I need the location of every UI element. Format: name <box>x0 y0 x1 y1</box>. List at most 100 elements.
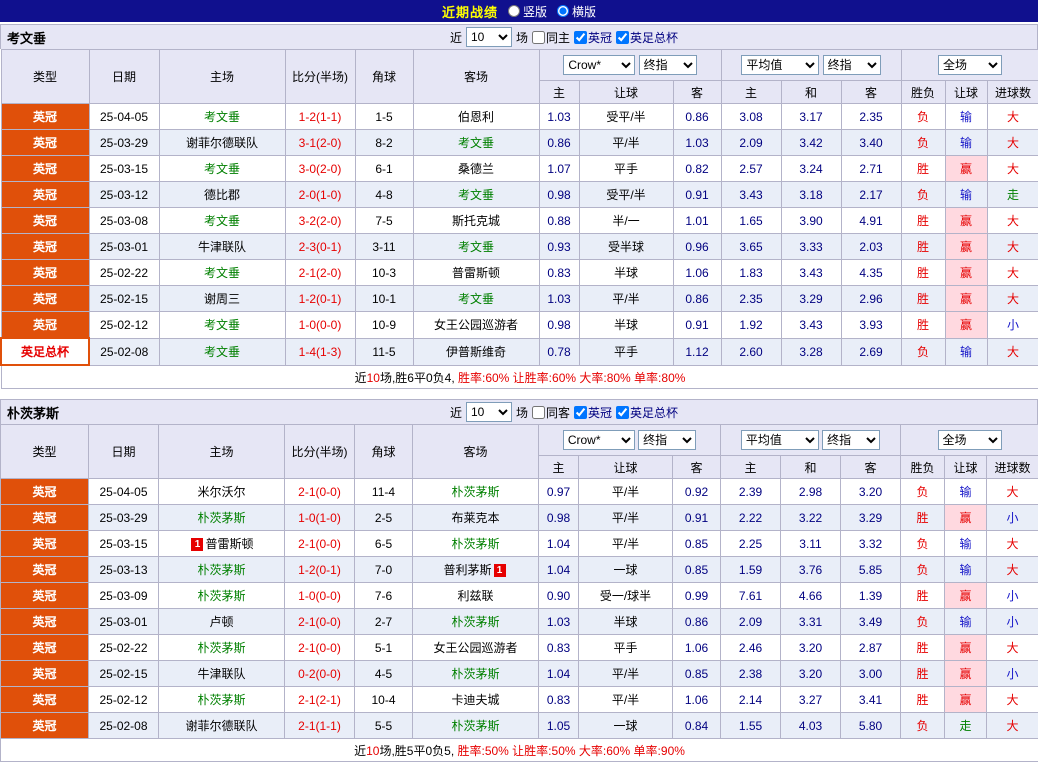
away-team-link[interactable]: 伊普斯维奇 <box>446 345 506 359</box>
home-team-link[interactable]: 考文垂 <box>204 318 240 332</box>
home-team-link[interactable]: 考文垂 <box>204 266 240 280</box>
cup-filter-checkbox[interactable] <box>616 406 629 419</box>
away-team-link[interactable]: 朴茨茅斯 <box>451 615 499 629</box>
home-team-link[interactable]: 朴茨茅斯 <box>197 693 245 707</box>
match-count-select[interactable]: 10 <box>466 402 512 422</box>
score-cell: 0-2(0-0) <box>285 661 355 687</box>
bookmaker-select[interactable]: Crow* <box>563 55 635 75</box>
home-team-link[interactable]: 朴茨茅斯 <box>197 589 245 603</box>
away-team-link[interactable]: 女王公园巡游者 <box>434 318 518 332</box>
handicap-line: 半/一 <box>579 208 673 234</box>
bookmaker-select[interactable]: Crow* <box>563 430 635 450</box>
home-team-link[interactable]: 米尔沃尔 <box>197 485 245 499</box>
away-team-link[interactable]: 普利茅斯 <box>443 563 491 577</box>
cup-filter-option[interactable]: 英足总杯 <box>616 404 678 421</box>
avg-stage-select[interactable]: 终指 <box>822 430 880 450</box>
home-team-link[interactable]: 考文垂 <box>204 162 240 176</box>
avg-source-select[interactable]: 平均值 <box>741 430 819 450</box>
home-team-link[interactable]: 谢周三 <box>204 292 240 306</box>
avg-away-odds: 2.96 <box>841 286 901 312</box>
vertical-layout-radio[interactable] <box>508 5 520 17</box>
same-venue-option[interactable]: 同主 <box>532 29 570 46</box>
away-odds: 0.86 <box>673 286 721 312</box>
away-team-link[interactable]: 布莱克本 <box>451 511 499 525</box>
match-date: 25-03-01 <box>89 234 159 260</box>
match-date: 25-03-15 <box>89 156 159 182</box>
away-team-link[interactable]: 朴茨茅斯 <box>451 667 499 681</box>
home-team-link[interactable]: 考文垂 <box>204 345 240 359</box>
handicap-result: 赢 <box>945 234 987 260</box>
away-team-link[interactable]: 伯恩利 <box>458 110 494 124</box>
home-team-link[interactable]: 朴茨茅斯 <box>197 563 245 577</box>
home-team-link[interactable]: 德比郡 <box>204 188 240 202</box>
avg-home-odds: 7.61 <box>721 583 781 609</box>
away-team-link[interactable]: 普雷斯顿 <box>452 266 500 280</box>
handicap-result: 输 <box>945 104 987 130</box>
home-team-link[interactable]: 考文垂 <box>204 110 240 124</box>
scope-select[interactable]: 全场 <box>938 430 1002 450</box>
cup-filter-option[interactable]: 英足总杯 <box>616 29 678 46</box>
filter-bar: 近 10 场 同主 英冠 英足总杯 <box>450 27 678 47</box>
home-team-link[interactable]: 考文垂 <box>204 214 240 228</box>
same-venue-option[interactable]: 同客 <box>532 404 570 421</box>
vertical-layout-option[interactable]: 竖版 <box>508 3 547 20</box>
home-team-link[interactable]: 谢菲尔德联队 <box>186 136 258 150</box>
away-team-link[interactable]: 朴茨茅斯 <box>451 485 499 499</box>
odds-stage-select[interactable]: 终指 <box>639 55 697 75</box>
avg-away-odds: 2.35 <box>841 104 901 130</box>
home-team-link[interactable]: 牛津联队 <box>198 240 246 254</box>
matches-body: 英冠25-04-05考文垂1-2(1-1)1-5伯恩利1.03受平/半0.863… <box>1 104 1038 366</box>
away-team-cell: 布莱克本 <box>413 505 539 531</box>
home-team-link[interactable]: 普雷斯顿 <box>205 537 253 551</box>
horizontal-layout-option[interactable]: 横版 <box>557 3 596 20</box>
away-team-link[interactable]: 卡迪夫城 <box>451 693 499 707</box>
away-team-link[interactable]: 利兹联 <box>457 589 493 603</box>
scope-select[interactable]: 全场 <box>938 55 1002 75</box>
league-filter-checkbox[interactable] <box>574 406 587 419</box>
away-team-link[interactable]: 考文垂 <box>458 292 494 306</box>
away-team-link[interactable]: 女王公园巡游者 <box>433 641 517 655</box>
away-team-link[interactable]: 桑德兰 <box>458 162 494 176</box>
handicap-result: 赢 <box>945 156 987 182</box>
home-team-cell: 朴茨茅斯 <box>159 557 285 583</box>
col-goals: 进球数 <box>987 456 1038 479</box>
handicap-result: 赢 <box>945 312 987 339</box>
avg-stage-select[interactable]: 终指 <box>823 55 881 75</box>
col-avg-away: 客 <box>841 81 901 104</box>
home-team-cell: 朴茨茅斯 <box>159 635 285 661</box>
avg-draw-odds: 4.66 <box>781 583 841 609</box>
avg-away-odds: 2.87 <box>841 635 901 661</box>
away-team-link[interactable]: 斯托克城 <box>452 214 500 228</box>
avg-home-odds: 2.39 <box>721 479 781 505</box>
same-venue-checkbox[interactable] <box>532 31 545 44</box>
avg-draw-odds: 3.31 <box>781 609 841 635</box>
league-type-cell: 英冠 <box>1 104 89 130</box>
league-filter-option[interactable]: 英冠 <box>574 29 612 46</box>
match-count-select[interactable]: 10 <box>466 27 512 47</box>
avg-source-select[interactable]: 平均值 <box>741 55 819 75</box>
table-header: 类型 日期 主场 比分(半场) 角球 客场 Crow* 终指 平均值 终指 全场 <box>1 50 1038 104</box>
away-team-link[interactable]: 朴茨茅斯 <box>451 719 499 733</box>
horizontal-layout-radio[interactable] <box>557 5 569 17</box>
cup-filter-checkbox[interactable] <box>616 31 629 44</box>
col-away: 客场 <box>413 50 539 104</box>
home-team-link[interactable]: 卢顿 <box>209 615 233 629</box>
away-odds: 1.06 <box>673 635 721 661</box>
home-team-link[interactable]: 牛津联队 <box>197 667 245 681</box>
odds-stage-select[interactable]: 终指 <box>638 430 696 450</box>
home-team-link[interactable]: 谢菲尔德联队 <box>185 719 257 733</box>
score-cell: 3-0(2-0) <box>285 156 355 182</box>
home-team-link[interactable]: 朴茨茅斯 <box>197 641 245 655</box>
match-date: 25-02-15 <box>89 286 159 312</box>
home-odds: 1.03 <box>539 104 579 130</box>
league-filter-checkbox[interactable] <box>574 31 587 44</box>
away-team-link[interactable]: 考文垂 <box>458 240 494 254</box>
away-team-link[interactable]: 考文垂 <box>458 188 494 202</box>
match-row: 英冠25-03-29朴茨茅斯1-0(1-0)2-5布莱克本0.98平/半0.91… <box>1 505 1038 531</box>
away-team-link[interactable]: 考文垂 <box>458 136 494 150</box>
league-filter-option[interactable]: 英冠 <box>574 404 612 421</box>
filter-prefix-label: 近 <box>450 29 462 46</box>
same-venue-checkbox[interactable] <box>532 406 545 419</box>
away-team-link[interactable]: 朴茨茅斯 <box>451 537 499 551</box>
home-team-link[interactable]: 朴茨茅斯 <box>197 511 245 525</box>
